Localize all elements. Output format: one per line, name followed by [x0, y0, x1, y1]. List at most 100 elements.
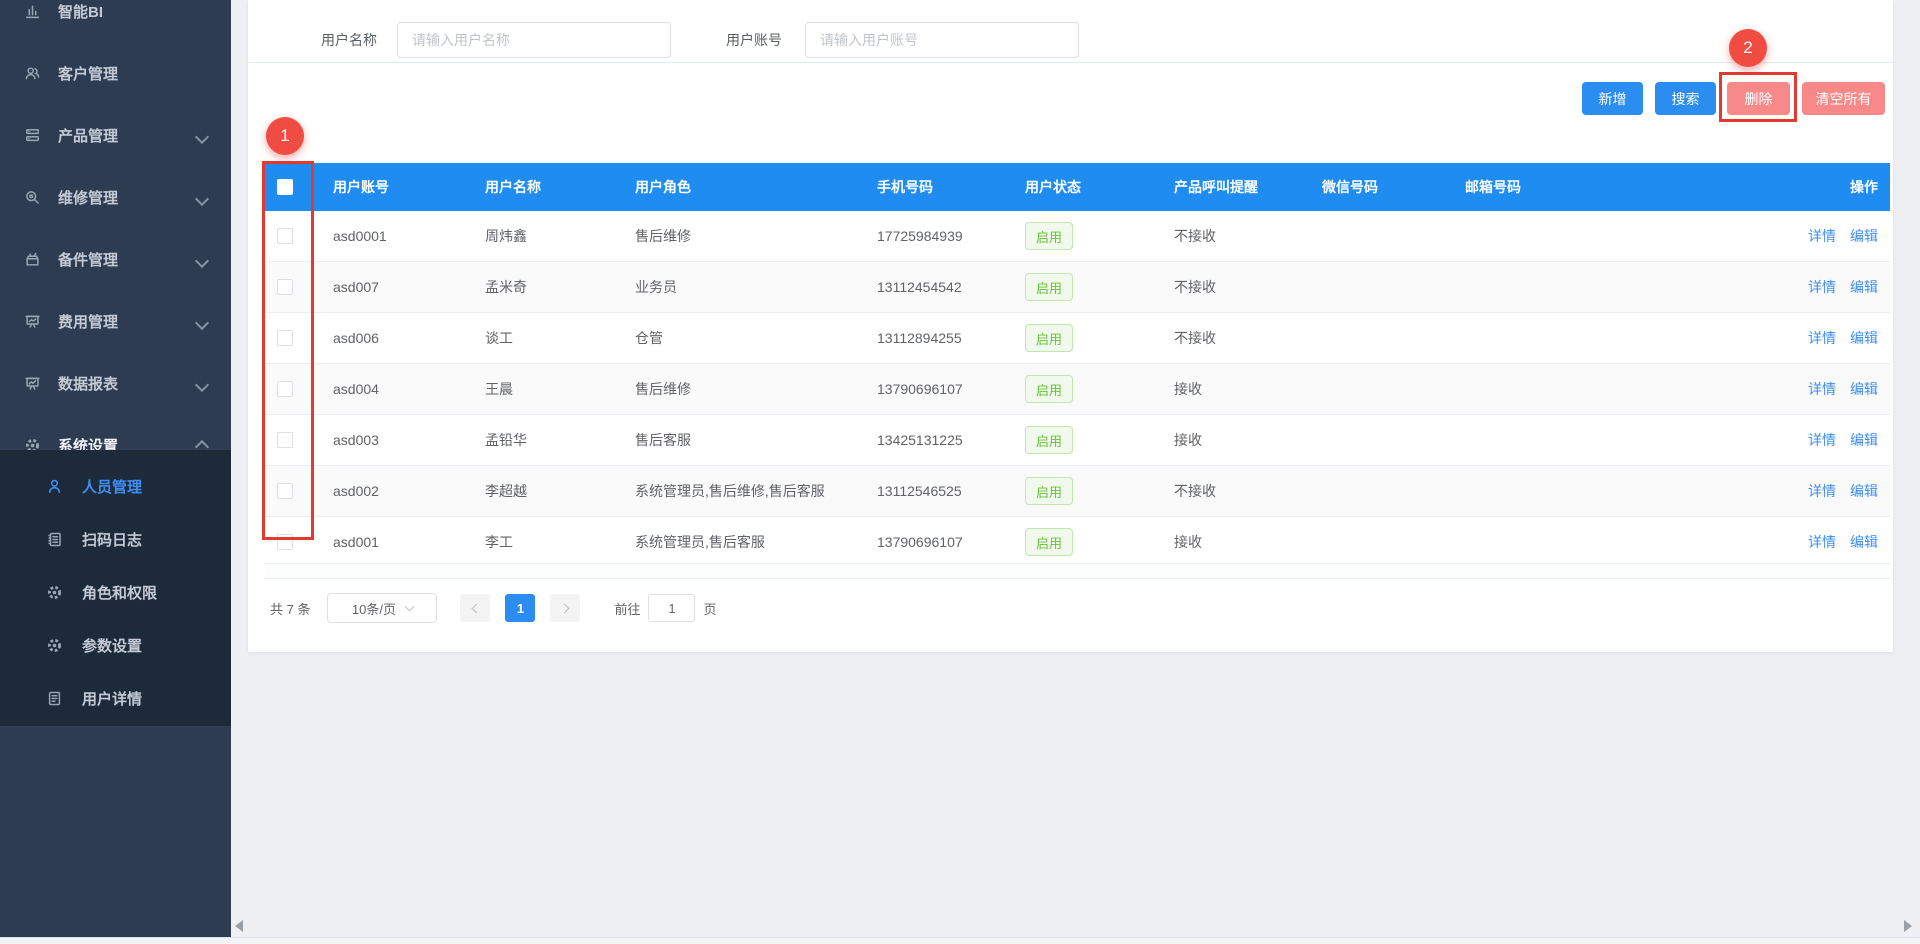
row-checkbox[interactable] — [277, 483, 293, 499]
scroll-left-arrow-icon[interactable] — [235, 920, 243, 932]
search-button[interactable]: 搜索 — [1655, 82, 1716, 115]
sidebar-item-products[interactable]: 产品管理 — [0, 104, 231, 166]
cell-role: 售后维修 — [623, 211, 865, 261]
user-name-input[interactable] — [397, 22, 671, 58]
user-account-input[interactable] — [805, 22, 1079, 58]
submenu-item-label: 人员管理 — [82, 476, 142, 497]
status-badge: 启用 — [1025, 375, 1073, 403]
cell-wechat — [1310, 466, 1453, 516]
total-count: 共 7 条 — [270, 599, 310, 618]
chevron-down-icon — [195, 254, 209, 268]
current-page[interactable]: 1 — [505, 594, 535, 622]
cell-wechat — [1310, 415, 1453, 465]
status-badge: 启用 — [1025, 426, 1073, 454]
sidebar-item-expenses[interactable]: 费用管理 — [0, 290, 231, 352]
detail-link[interactable]: 详情 — [1808, 481, 1836, 501]
goto-page-input[interactable] — [648, 594, 695, 622]
next-page-button[interactable] — [550, 594, 580, 622]
report-chart-icon — [24, 375, 41, 392]
cell-account: asd006 — [321, 313, 473, 363]
row-checkbox[interactable] — [277, 381, 293, 397]
sidebar-item-reports[interactable]: 数据报表 — [0, 352, 231, 414]
row-checkbox[interactable] — [277, 279, 293, 295]
user-account-label: 用户账号 — [726, 22, 782, 58]
cell-role: 售后维修 — [623, 364, 865, 414]
detail-link[interactable]: 详情 — [1808, 277, 1836, 297]
edit-link[interactable]: 编辑 — [1850, 481, 1878, 501]
cell-email — [1453, 211, 1653, 261]
table-scrollbar-track[interactable] — [265, 563, 1890, 579]
sidebar-item-label: 维修管理 — [58, 187, 118, 208]
submenu-item-label: 角色和权限 — [82, 582, 157, 603]
cell-wechat — [1310, 262, 1453, 312]
table-row: asd002 李超越 系统管理员,售后维修,售后客服 13112546525 启… — [265, 466, 1890, 517]
clear-all-button[interactable]: 清空所有 — [1802, 82, 1885, 115]
sidebar-item-spares[interactable]: 备件管理 — [0, 228, 231, 290]
chevron-right-icon — [560, 603, 570, 613]
row-checkbox[interactable] — [277, 228, 293, 244]
submenu-item-roles[interactable]: 角色和权限 — [0, 566, 231, 619]
divider — [248, 62, 1893, 63]
edit-link[interactable]: 编辑 — [1850, 532, 1878, 552]
cell-role: 业务员 — [623, 262, 865, 312]
stack-icon — [24, 127, 41, 144]
edit-link[interactable]: 编辑 — [1850, 430, 1878, 450]
table-row: asd003 孟铅华 售后客服 13425131225 启用 接收 详情编辑 — [265, 415, 1890, 466]
submenu-item-staff[interactable]: 人员管理 — [0, 460, 231, 513]
detail-link[interactable]: 详情 — [1808, 379, 1836, 399]
detail-link[interactable]: 详情 — [1808, 328, 1836, 348]
chevron-down-icon — [195, 378, 209, 392]
horizontal-scrollbar-track[interactable] — [0, 937, 1920, 944]
cell-account: asd002 — [321, 466, 473, 516]
cell-phone: 13425131225 — [865, 415, 1013, 465]
submenu-item-params[interactable]: 参数设置 — [0, 619, 231, 672]
status-badge: 启用 — [1025, 273, 1073, 301]
edit-link[interactable]: 编辑 — [1850, 379, 1878, 399]
cell-phone: 13112546525 — [865, 466, 1013, 516]
table-header-row: 用户账号 用户名称 用户角色 手机号码 用户状态 产品呼叫提醒 微信号码 邮箱号… — [265, 163, 1890, 211]
cell-role: 系统管理员,售后维修,售后客服 — [623, 466, 865, 516]
cell-name: 周炜鑫 — [473, 211, 623, 261]
sidebar: 智能BI 客户管理 产品管理 维修管理 备件管理 — [0, 0, 231, 937]
prev-page-button[interactable] — [460, 594, 490, 622]
person-icon — [46, 478, 63, 495]
add-button[interactable]: 新增 — [1582, 82, 1643, 115]
cell-account: asd004 — [321, 364, 473, 414]
cell-notify: 不接收 — [1162, 211, 1310, 261]
cell-email — [1453, 313, 1653, 363]
sidebar-item-bi[interactable]: 智能BI — [0, 0, 231, 42]
cell-name: 李工 — [473, 517, 623, 567]
submenu-item-user-detail[interactable]: 用户详情 — [0, 672, 231, 725]
cell-wechat — [1310, 517, 1453, 567]
delete-button[interactable]: 删除 — [1727, 82, 1790, 115]
cell-role: 仓管 — [623, 313, 865, 363]
gear-icon — [46, 637, 63, 654]
row-checkbox[interactable] — [277, 432, 293, 448]
table-row: asd001 李工 系统管理员,售后客服 13790696107 启用 接收 详… — [265, 517, 1890, 568]
cell-email — [1453, 415, 1653, 465]
edit-link[interactable]: 编辑 — [1850, 328, 1878, 348]
detail-link[interactable]: 详情 — [1808, 430, 1836, 450]
select-all-checkbox[interactable] — [277, 179, 293, 195]
detail-link[interactable]: 详情 — [1808, 226, 1836, 246]
detail-link[interactable]: 详情 — [1808, 532, 1836, 552]
col-name: 用户名称 — [473, 163, 623, 211]
edit-link[interactable]: 编辑 — [1850, 226, 1878, 246]
submenu-item-label: 用户详情 — [82, 688, 142, 709]
col-role: 用户角色 — [623, 163, 865, 211]
cell-wechat — [1310, 211, 1453, 261]
page: 智能BI 客户管理 产品管理 维修管理 备件管理 — [0, 0, 1920, 944]
scroll-right-arrow-icon[interactable] — [1904, 920, 1912, 932]
cell-wechat — [1310, 364, 1453, 414]
row-checkbox[interactable] — [277, 534, 293, 550]
edit-link[interactable]: 编辑 — [1850, 277, 1878, 297]
sidebar-item-customers[interactable]: 客户管理 — [0, 42, 231, 104]
cell-account: asd0001 — [321, 211, 473, 261]
row-checkbox[interactable] — [277, 330, 293, 346]
bar-chart-icon — [24, 3, 41, 20]
page-size-select[interactable]: 10条/页 — [327, 593, 437, 623]
submenu-item-scan-log[interactable]: 扫码日志 — [0, 513, 231, 566]
sidebar-item-label: 备件管理 — [58, 249, 118, 270]
sidebar-item-repairs[interactable]: 维修管理 — [0, 166, 231, 228]
cell-phone: 17725984939 — [865, 211, 1013, 261]
